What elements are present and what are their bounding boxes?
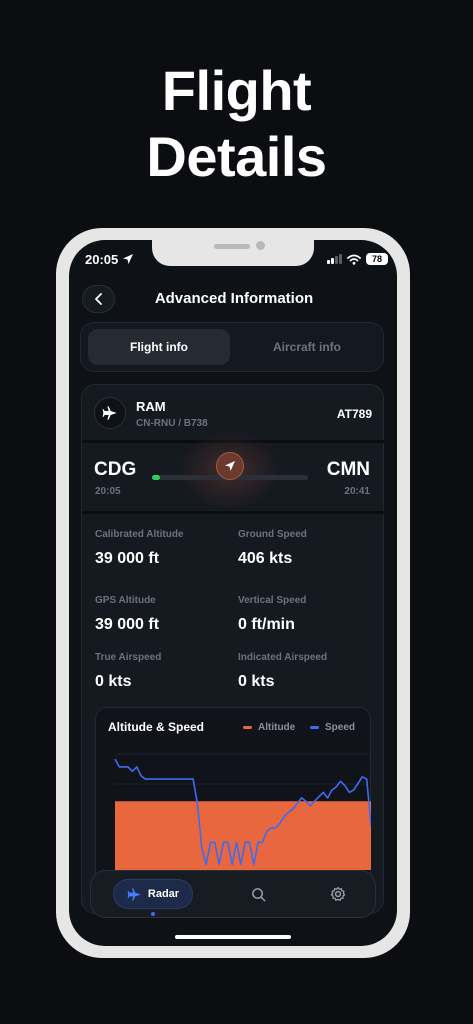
flight-progress-fill (152, 475, 160, 480)
stat-label-true-airspeed: True Airspeed (95, 652, 162, 663)
stat-value-ground-speed: 406 kts (238, 550, 293, 567)
destination-code: CMN (326, 459, 370, 480)
stat-label-calibrated-altitude: Calibrated Altitude (95, 529, 184, 540)
altitude-series-area (115, 801, 371, 870)
airplane-icon (127, 887, 141, 901)
aircraft-position-marker (216, 452, 244, 480)
nav-active-indicator (151, 912, 155, 916)
stat-value-indicated-airspeed: 0 kts (238, 673, 275, 690)
card-divider (82, 511, 384, 514)
nav-radar-label: Radar (147, 888, 180, 900)
back-button[interactable] (82, 285, 115, 313)
stat-label-vertical-speed: Vertical Speed (238, 595, 307, 606)
stat-label-indicated-airspeed: Indicated Airspeed (238, 652, 328, 663)
stat-value-calibrated-altitude: 39 000 ft (95, 550, 160, 567)
origin-time: 20:05 (95, 486, 121, 497)
chart-title: Altitude & Speed (108, 720, 205, 734)
status-icons: 78 (327, 253, 388, 265)
navigation-arrow-icon (225, 461, 235, 471)
legend-speed-swatch (310, 726, 319, 729)
gear-icon (330, 886, 346, 901)
battery-indicator: 78 (366, 253, 388, 265)
front-camera (256, 241, 265, 250)
airline-avatar (94, 397, 126, 429)
cellular-signal-icon (327, 254, 342, 264)
legend-altitude: Altitude (243, 722, 295, 733)
legend-altitude-label: Altitude (258, 722, 296, 733)
flight-number: AT789 (336, 407, 372, 421)
nav-radar-button[interactable]: Radar (113, 879, 193, 909)
nav-settings-button[interactable] (328, 884, 348, 904)
wifi-icon (347, 254, 361, 265)
destination-time: 20:41 (344, 486, 370, 497)
status-time: 20:05 (85, 252, 119, 267)
legend-altitude-swatch (243, 726, 252, 729)
chevron-left-icon (94, 293, 102, 305)
legend-speed: Speed (310, 722, 355, 733)
stat-value-true-airspeed: 0 kts (95, 673, 132, 690)
aircraft-registration: CN-RNU / B738 (136, 418, 208, 429)
page-title: Advanced Information (154, 290, 314, 307)
airline-name: RAM (136, 399, 166, 414)
promo-line-2: Details (146, 125, 327, 188)
speaker (214, 244, 250, 249)
tab-aircraft-info[interactable]: Aircraft info (236, 329, 378, 365)
altitude-speed-chart (114, 753, 371, 870)
home-indicator (175, 935, 291, 939)
search-icon (251, 887, 265, 901)
phone-notch (152, 232, 314, 266)
stat-value-vertical-speed: 0 ft/min (238, 616, 295, 633)
location-arrow-icon (123, 254, 133, 264)
legend-speed-label: Speed (325, 722, 356, 733)
tab-flight-info[interactable]: Flight info (88, 329, 230, 365)
stat-label-gps-altitude: GPS Altitude (95, 595, 156, 606)
airplane-icon (102, 406, 117, 420)
stat-label-ground-speed: Ground Speed (238, 529, 307, 540)
segmented-tabs: Flight info Aircraft info (80, 322, 384, 372)
promo-line-1: Flight (161, 59, 312, 122)
origin-code: CDG (94, 459, 137, 480)
nav-search-button[interactable] (248, 884, 268, 904)
promo-heading: Flight Details (0, 58, 473, 190)
stat-value-gps-altitude: 39 000 ft (95, 616, 160, 633)
